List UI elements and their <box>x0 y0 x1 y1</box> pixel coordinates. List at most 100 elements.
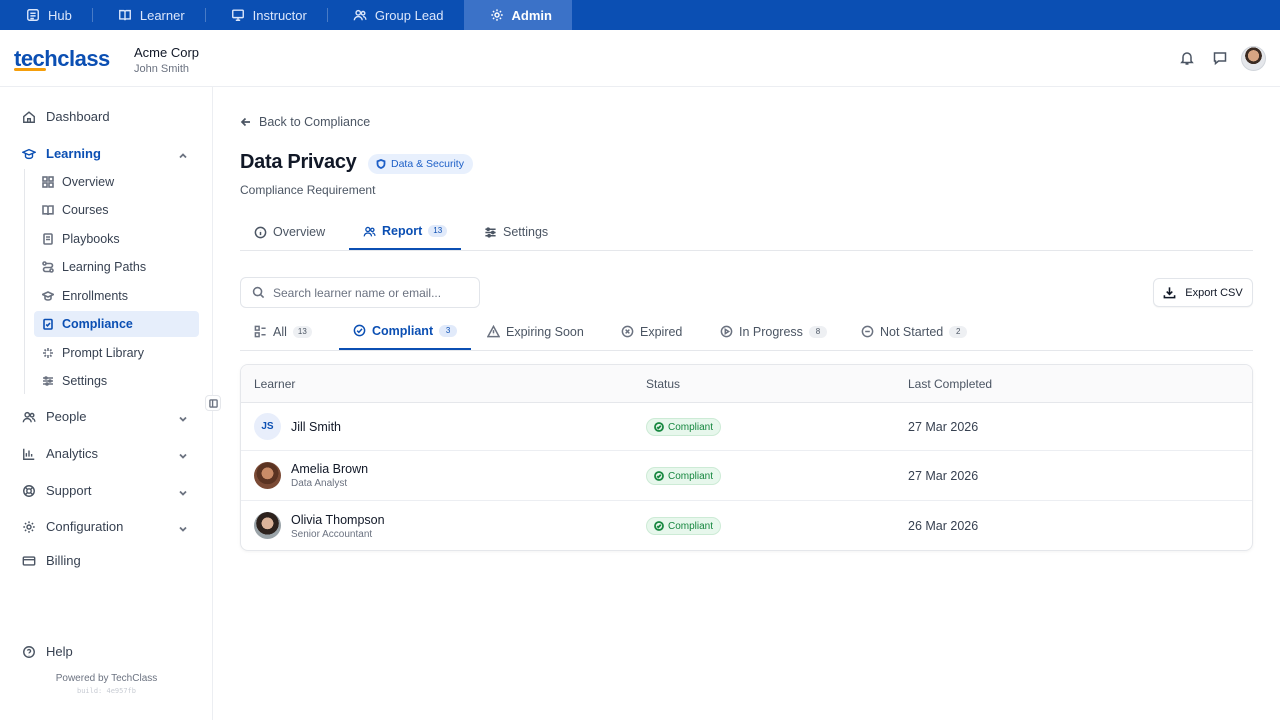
sidebar-item-people[interactable]: People <box>22 409 86 424</box>
search-input[interactable] <box>273 285 463 300</box>
messages-button[interactable] <box>1212 50 1228 66</box>
filter-not-started[interactable]: Not Started 2 <box>861 313 968 350</box>
users-icon <box>353 9 367 21</box>
status-badge: Compliant <box>646 418 722 436</box>
chevron-down-icon[interactable] <box>178 412 188 422</box>
learner-avatar: JS <box>254 413 281 440</box>
clipboard-check-icon <box>43 318 53 330</box>
sidebar-subitem-overview[interactable]: Overview <box>34 169 199 195</box>
sidebar-subitem-label: Enrollments <box>62 289 128 303</box>
filter-label: Not Started <box>880 324 944 339</box>
sidebar-subitem-playbooks[interactable]: Playbooks <box>34 226 199 252</box>
tab-label: Settings <box>503 225 549 239</box>
tab-report[interactable]: Report 13 <box>349 214 462 250</box>
sidebar-subitem-settings[interactable]: Settings <box>34 368 199 394</box>
tab-overview[interactable]: Overview <box>254 214 325 250</box>
sidebar-item-label: People <box>46 409 87 424</box>
users-icon <box>363 226 376 236</box>
sidebar-item-dashboard[interactable]: Dashboard <box>22 109 110 124</box>
check-circle-icon <box>654 521 664 531</box>
topnav-tab-group-lead[interactable]: Group Lead <box>326 0 464 30</box>
back-to-compliance-link[interactable]: Back to Compliance <box>240 115 370 129</box>
chevron-down-icon[interactable] <box>178 522 188 532</box>
users-icon <box>22 411 36 422</box>
sidebar-subitem-prompt-library[interactable]: Prompt Library <box>34 340 199 366</box>
sidebar: Dashboard Learning Overview Courses Play… <box>0 87 221 720</box>
sidebar-item-support[interactable]: Support <box>22 483 92 498</box>
learner-search[interactable] <box>240 277 480 308</box>
bell-icon <box>1180 52 1194 65</box>
status-badge-label: Compliant <box>668 470 714 482</box>
topnav-tab-learner[interactable]: Learner <box>91 0 205 30</box>
learner-name[interactable]: Jill Smith <box>291 420 341 434</box>
status-badge: Compliant <box>646 467 722 485</box>
tab-count-badge: 13 <box>428 225 448 237</box>
filter-in-progress[interactable]: In Progress 8 <box>720 313 827 350</box>
chevron-up-icon[interactable] <box>178 149 188 159</box>
sparkles-icon <box>43 348 53 358</box>
filter-expired[interactable]: Expired <box>621 313 682 350</box>
learner-avatar <box>254 512 281 539</box>
org-switcher[interactable]: Acme Corp John Smith <box>134 45 199 75</box>
lifebuoy-icon <box>23 484 35 497</box>
filter-label: All <box>273 324 287 339</box>
back-link-label: Back to Compliance <box>259 115 371 129</box>
learner-name[interactable]: Amelia Brown <box>291 462 368 476</box>
play-circle-icon <box>720 325 733 338</box>
list-icon <box>254 325 266 338</box>
minus-circle-icon <box>861 325 874 338</box>
tab-settings[interactable]: Settings <box>484 214 548 250</box>
column-header-last-completed[interactable]: Last Completed <box>908 377 992 391</box>
export-csv-button[interactable]: Export CSV <box>1153 278 1253 307</box>
sidebar-item-analytics[interactable]: Analytics <box>22 446 98 461</box>
column-header-status[interactable]: Status <box>646 377 680 391</box>
sidebar-collapse-button[interactable] <box>205 395 221 411</box>
filter-label: Expired <box>640 324 683 339</box>
notifications-button[interactable] <box>1179 50 1195 66</box>
graduation-cap-icon <box>22 148 36 159</box>
sidebar-subitem-label: Courses <box>62 203 109 217</box>
table-row[interactable]: JS Jill Smith Compliant 27 Mar 2026 <box>241 403 1252 451</box>
filter-expiring-soon[interactable]: Expiring Soon <box>487 313 584 350</box>
home-icon <box>23 110 35 123</box>
topnav-tab-instructor[interactable]: Instructor <box>204 0 327 30</box>
table-header: Learner Status Last Completed <box>241 365 1252 403</box>
help-circle-icon <box>23 645 35 658</box>
filter-compliant[interactable]: Compliant 3 <box>339 313 472 350</box>
filter-count-badge: 13 <box>292 325 312 338</box>
topnav-tab-label: Group Lead <box>374 7 444 23</box>
chevron-down-icon[interactable] <box>178 486 188 496</box>
last-completed-date: 27 Mar 2026 <box>908 420 979 434</box>
sidebar-item-label: Support <box>46 483 92 498</box>
sidebar-item-learning[interactable]: Learning <box>22 146 101 161</box>
sidebar-item-help[interactable]: Help <box>22 644 73 659</box>
filter-count-badge: 3 <box>439 324 458 337</box>
sidebar-subitem-courses[interactable]: Courses <box>34 197 199 223</box>
sidebar-subitem-compliance[interactable]: Compliance <box>34 311 199 337</box>
topnav-tab-admin[interactable]: Admin <box>463 0 572 30</box>
sidebar-subitem-label: Compliance <box>62 317 133 331</box>
table-row[interactable]: Amelia Brown Data Analyst Compliant 27 M… <box>241 451 1252 501</box>
learner-name[interactable]: Olivia Thompson <box>291 513 385 527</box>
page-tabs: Overview Report 13 Settings <box>240 214 1253 251</box>
shield-icon <box>376 159 386 169</box>
filter-all[interactable]: All 13 <box>254 313 312 350</box>
org-name: Acme Corp <box>134 45 200 60</box>
sidebar-item-billing[interactable]: Billing <box>22 553 81 568</box>
hub-icon <box>27 9 39 21</box>
sidebar-subitem-enrollments[interactable]: Enrollments <box>34 283 199 309</box>
info-icon <box>254 226 267 238</box>
category-badge-label: Data & Security <box>391 158 464 170</box>
table-row[interactable]: Olivia Thompson Senior Accountant Compli… <box>241 501 1252 550</box>
user-avatar[interactable] <box>1241 46 1266 71</box>
sidebar-subitem-learning-paths[interactable]: Learning Paths <box>34 254 199 280</box>
sidebar-item-label: Analytics <box>46 446 99 461</box>
sidebar-item-configuration[interactable]: Configuration <box>22 519 123 534</box>
sidebar-subitem-label: Learning Paths <box>62 260 147 274</box>
filter-label: Compliant <box>372 323 434 338</box>
column-header-learner[interactable]: Learner <box>254 377 295 391</box>
chevron-down-icon[interactable] <box>178 449 188 459</box>
chat-icon <box>1213 52 1227 66</box>
user-name: John Smith <box>134 63 190 75</box>
topnav-tab-hub[interactable]: Hub <box>0 0 92 30</box>
